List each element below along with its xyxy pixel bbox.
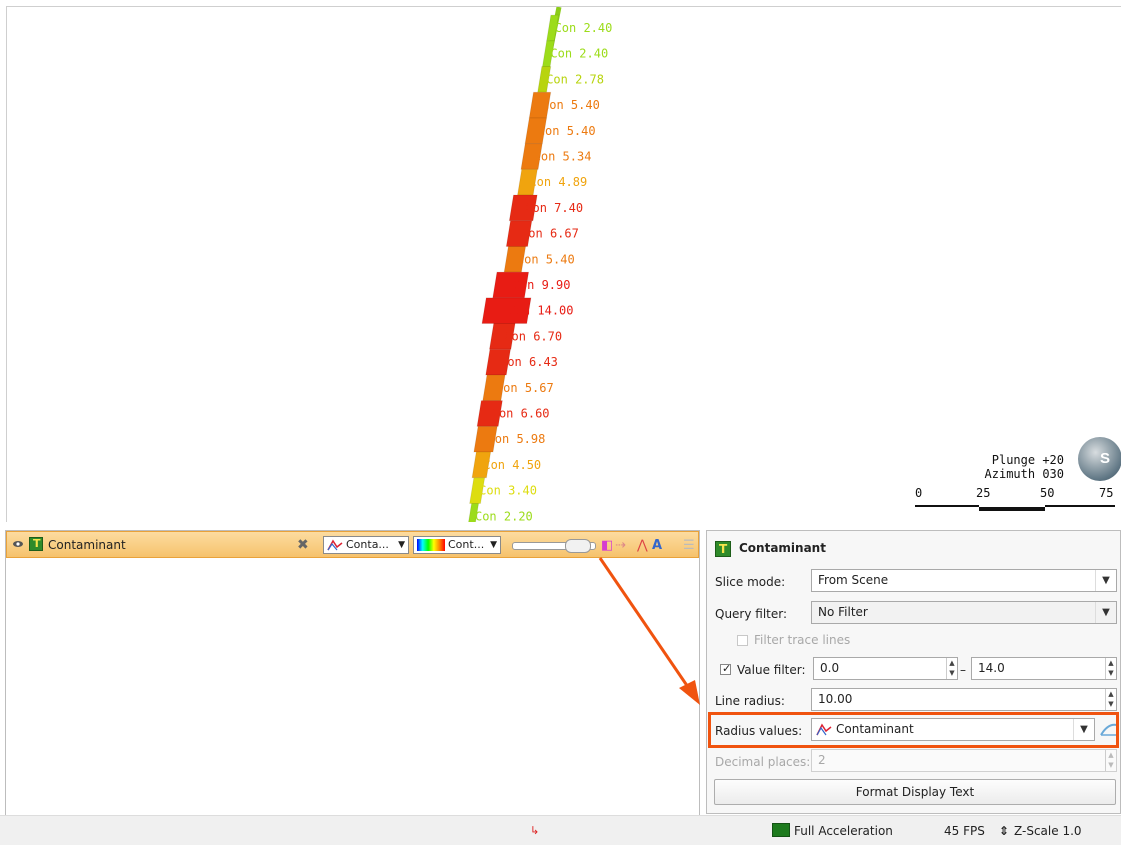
- trace-label: Con 2.40: [555, 21, 613, 35]
- spinner-icon[interactable]: ▲ ▼: [1105, 658, 1116, 679]
- scale-bar: 0 25 50 75: [915, 486, 1121, 516]
- azimuth-text: Azimuth 030: [984, 467, 1064, 481]
- radius-graph-icon[interactable]: ⋀: [637, 538, 648, 553]
- properties-panel: Contaminant Slice mode: From Scene ▼ Quer…: [706, 530, 1121, 814]
- zscale-icon[interactable]: ⇕: [999, 824, 1009, 838]
- monitor-icon: [772, 823, 790, 837]
- range-separator: –: [960, 663, 966, 677]
- trace-label: Con 5.40: [517, 252, 575, 266]
- trace-label: Con 2.78: [546, 72, 604, 86]
- value-filter-max-input[interactable]: 14.0 ▲ ▼: [971, 657, 1117, 680]
- combo-label: Conta...: [346, 538, 389, 551]
- spinner-icon[interactable]: ▲ ▼: [946, 658, 957, 679]
- trace-label: Con 5.40: [542, 98, 600, 112]
- acceleration-status: Full Acceleration: [794, 824, 893, 838]
- text-label-icon[interactable]: A: [652, 538, 662, 553]
- globe-letter: S: [1100, 450, 1111, 467]
- trace-label: Con 4.50: [483, 458, 541, 472]
- decimal-places-input[interactable]: 2 ▲ ▼: [811, 749, 1117, 772]
- status-bar: ↳ Full Acceleration 45 FPS ⇕ Z-Scale 1.0: [0, 815, 1121, 845]
- drillhole-table-icon: [29, 537, 43, 551]
- select-value: No Filter: [818, 605, 868, 619]
- opacity-slider[interactable]: [512, 539, 596, 553]
- colormap-icon: [417, 539, 445, 551]
- filter-trace-lines-label: Filter trace lines: [754, 633, 851, 647]
- highlight-box: [708, 712, 1119, 748]
- value-filter-checkbox[interactable]: ✓: [720, 662, 731, 675]
- object-name: Contaminant: [48, 538, 126, 552]
- remove-icon[interactable]: ✖: [297, 537, 309, 553]
- drillhole-table-icon: [715, 541, 731, 557]
- title-text: Contaminant: [739, 541, 826, 555]
- slider-handle[interactable]: [565, 539, 591, 553]
- graph-icon: [327, 539, 343, 551]
- decimal-places-label: Decimal places:: [715, 755, 811, 769]
- properties-title: Contaminant: [715, 541, 826, 557]
- eye-icon[interactable]: [13, 539, 23, 549]
- scale-tick: 0: [915, 486, 923, 500]
- query-filter-select[interactable]: No Filter ▼: [811, 601, 1117, 624]
- chevron-down-icon: ▼: [1095, 602, 1116, 623]
- scale-tick: 25: [976, 486, 991, 500]
- trace-label: Con 3.40: [479, 484, 537, 498]
- format-display-text-button[interactable]: Format Display Text: [714, 779, 1116, 805]
- trace-label: Con 5.98: [488, 432, 546, 446]
- trace-label: Con 5.67: [496, 381, 554, 395]
- filter-trace-lines-checkbox[interactable]: [737, 635, 748, 646]
- trace-label: Con 6.60: [492, 407, 550, 421]
- fps-readout: 45 FPS: [944, 824, 985, 838]
- slice-mode-label: Slice mode:: [715, 575, 786, 589]
- trace-label: Con 2.20: [475, 509, 533, 522]
- trace-label: Con 5.40: [538, 124, 596, 138]
- axes-icon: ↳: [530, 824, 540, 837]
- view-globe-icon[interactable]: S: [1078, 437, 1121, 481]
- value-filter-min-input[interactable]: 0.0 ▲ ▼: [813, 657, 958, 680]
- trace-label: Con 9.90: [513, 278, 571, 292]
- trace-label: Con 6.70: [504, 329, 562, 343]
- legend-icon[interactable]: ◧: [601, 538, 613, 553]
- 3d-scene-viewport[interactable]: Con 2.40 Con 2.40 Con 2.78 Con 5.40 Con 5.40…: [6, 6, 1121, 522]
- value-filter-label: Value filter:: [737, 663, 806, 677]
- orientation-readout: Plunge +20 Azimuth 030: [982, 453, 1064, 481]
- input-value: 0.0: [820, 661, 840, 675]
- drillhole-trace: Con 2.40 Con 2.40 Con 2.78 Con 5.40 Con 5.40…: [468, 7, 613, 522]
- selected-list-row[interactable]: Contaminant ✖ Conta...▼ Cont...▼ ◧ ⇢ ⋀ A…: [6, 531, 699, 558]
- trace-label: Con 4.89: [529, 175, 587, 189]
- colour-column-combo[interactable]: Cont... ▼: [413, 536, 501, 554]
- shape-list-panel: Contaminant ✖ Conta...▼ Cont...▼ ◧ ⇢ ⋀ A…: [5, 530, 700, 816]
- trace-label: Con 2.40: [550, 47, 608, 61]
- input-value: 2: [818, 753, 826, 767]
- slice-icon[interactable]: ⇢: [615, 538, 626, 553]
- slice-mode-select[interactable]: From Scene ▼: [811, 569, 1117, 592]
- trace-label: Con 14.00: [508, 304, 573, 318]
- combo-label: Cont...: [448, 538, 485, 551]
- line-radius-input[interactable]: 10.00 ▲ ▼: [811, 688, 1117, 711]
- spinner-icon[interactable]: ▲ ▼: [1105, 689, 1116, 710]
- zscale-readout[interactable]: Z-Scale 1.0: [1014, 824, 1082, 838]
- line-radius-label: Line radius:: [715, 694, 785, 708]
- chevron-down-icon: ▼: [1095, 570, 1116, 591]
- select-value: From Scene: [818, 573, 889, 587]
- scale-tick: 50: [1040, 486, 1055, 500]
- query-filter-label: Query filter:: [715, 607, 788, 621]
- spinner-icon[interactable]: ▲ ▼: [1105, 750, 1116, 771]
- radius-column-combo[interactable]: Conta... ▼: [323, 536, 409, 554]
- trace-label: Con 5.34: [534, 150, 592, 164]
- trace-label: Con 6.43: [500, 355, 558, 369]
- list-icon[interactable]: ☰: [683, 538, 695, 553]
- input-value: 10.00: [818, 692, 853, 706]
- scale-tick: 75: [1099, 486, 1114, 500]
- trace-label: Con 6.67: [521, 227, 579, 241]
- trace-label: Con 7.40: [525, 201, 583, 215]
- input-value: 14.0: [978, 661, 1005, 675]
- plunge-text: Plunge +20: [991, 453, 1064, 467]
